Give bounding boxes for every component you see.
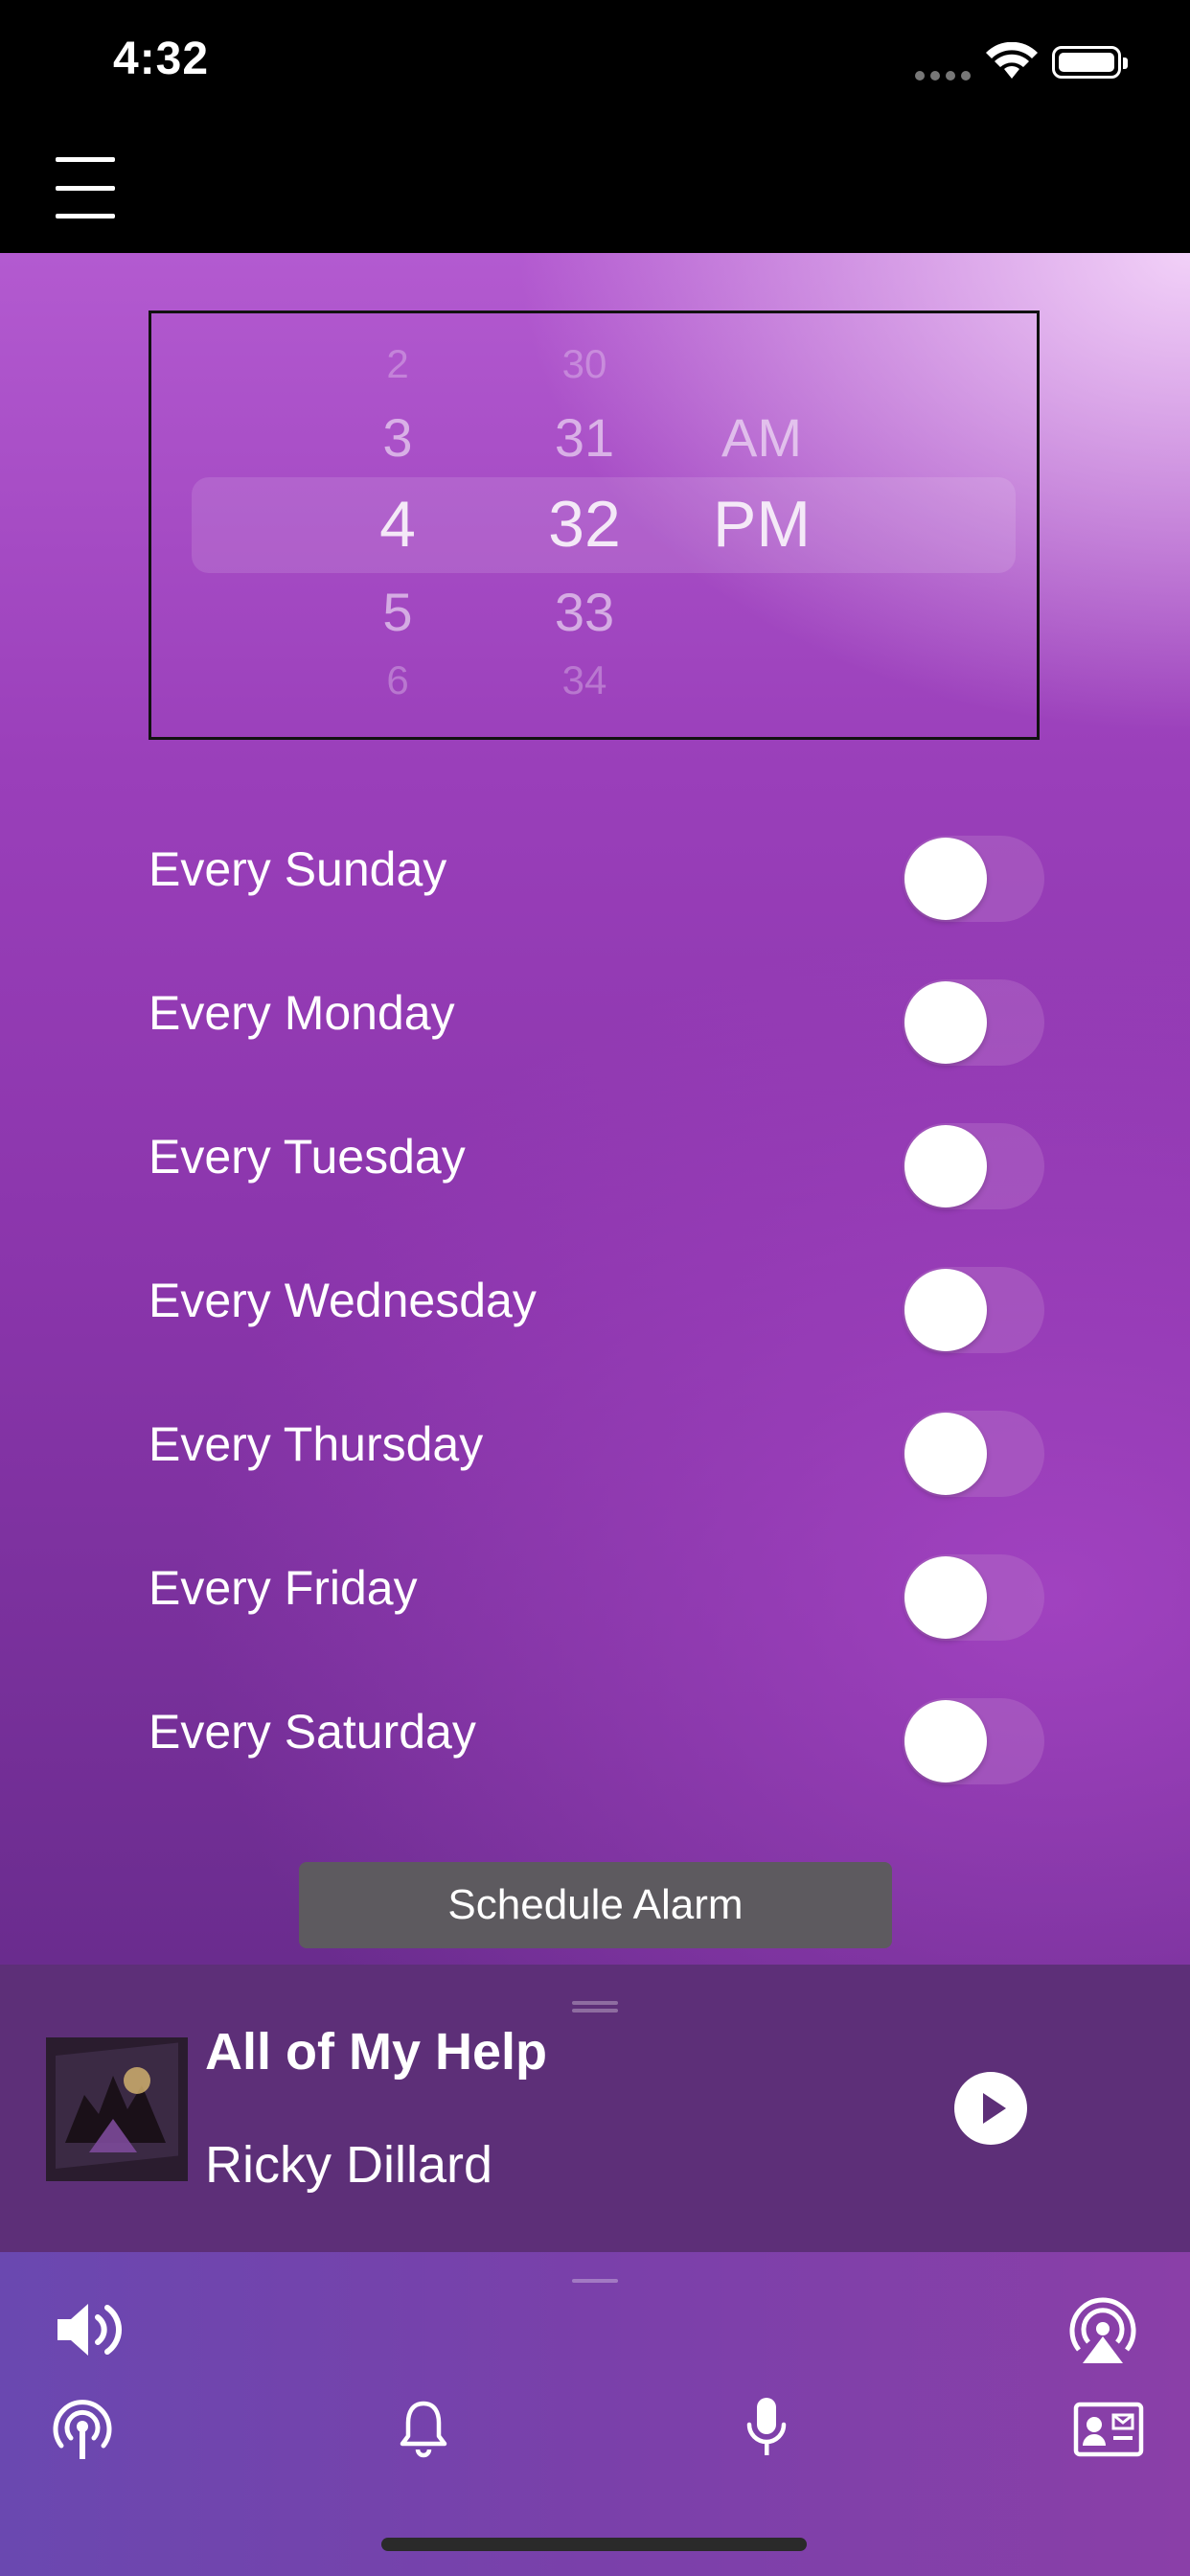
toolbar-drag-handle[interactable] (572, 2279, 618, 2283)
day-row-tuesday: Every Tuesday (149, 1108, 1044, 1209)
hamburger-menu-icon[interactable] (56, 157, 115, 218)
day-label: Every Tuesday (149, 1130, 466, 1184)
picker-hour-option[interactable]: 2 (364, 341, 431, 387)
picker-minute-option[interactable]: 30 (532, 341, 637, 387)
toggle-knob (904, 1413, 987, 1495)
day-row-wednesday: Every Wednesday (149, 1252, 1044, 1353)
status-time: 4:32 (113, 34, 210, 84)
picker-period-selected[interactable]: PM (704, 487, 819, 562)
album-art-image (46, 2037, 188, 2181)
day-row-sunday: Every Sunday (149, 820, 1044, 922)
toggle-knob (904, 981, 987, 1064)
day-label: Every Sunday (149, 842, 447, 896)
saturday-toggle[interactable] (903, 1698, 1044, 1784)
schedule-alarm-button[interactable]: Schedule Alarm (299, 1862, 892, 1948)
picker-hour-option[interactable]: 6 (364, 657, 431, 703)
battery-icon (1052, 46, 1128, 79)
day-label: Every Saturday (149, 1705, 476, 1759)
microphone-icon[interactable] (745, 2396, 788, 2461)
toggle-knob (904, 1269, 987, 1351)
cellular-signal-icon (915, 71, 971, 80)
album-art (46, 2037, 188, 2181)
broadcast-icon[interactable] (50, 2396, 115, 2463)
picker-minute-selected[interactable]: 32 (532, 487, 637, 562)
friday-toggle[interactable] (903, 1554, 1044, 1641)
day-row-thursday: Every Thursday (149, 1395, 1044, 1497)
sunday-toggle[interactable] (903, 836, 1044, 922)
play-button[interactable] (954, 2072, 1027, 2145)
picker-minute-option[interactable]: 31 (532, 406, 637, 469)
player-drag-handle-line (572, 2009, 618, 2012)
day-label: Every Monday (149, 986, 455, 1040)
wifi-icon (986, 42, 1038, 79)
toggle-knob (904, 1556, 987, 1639)
day-label: Every Wednesday (149, 1274, 537, 1327)
speaker-icon[interactable] (54, 2298, 125, 2361)
picker-minute-option[interactable]: 33 (532, 581, 637, 643)
nav-bar (0, 134, 1190, 253)
bell-icon[interactable] (399, 2400, 448, 2459)
picker-hour-option[interactable]: 3 (364, 406, 431, 469)
toggle-knob (904, 1125, 987, 1208)
airplay-icon[interactable] (1065, 2292, 1140, 2367)
monday-toggle[interactable] (903, 979, 1044, 1066)
toggle-knob (904, 838, 987, 920)
tuesday-toggle[interactable] (903, 1123, 1044, 1209)
bottom-toolbar (0, 2252, 1190, 2576)
day-row-monday: Every Monday (149, 964, 1044, 1066)
wednesday-toggle[interactable] (903, 1267, 1044, 1353)
day-row-friday: Every Friday (149, 1539, 1044, 1641)
toggle-knob (904, 1700, 987, 1782)
picker-minute-option[interactable]: 34 (532, 657, 637, 703)
track-title: All of My Help (205, 2023, 548, 2081)
day-row-saturday: Every Saturday (149, 1683, 1044, 1784)
contact-card-icon[interactable] (1073, 2402, 1144, 2457)
home-indicator[interactable] (381, 2538, 807, 2551)
thursday-toggle[interactable] (903, 1411, 1044, 1497)
picker-period-option[interactable]: AM (704, 406, 819, 469)
day-label: Every Friday (149, 1561, 418, 1615)
day-label: Every Thursday (149, 1417, 484, 1471)
track-artist: Ricky Dillard (205, 2136, 493, 2194)
player-drag-handle[interactable] (572, 2001, 618, 2005)
picker-hour-selected[interactable]: 4 (364, 487, 431, 562)
picker-hour-option[interactable]: 5 (364, 581, 431, 643)
